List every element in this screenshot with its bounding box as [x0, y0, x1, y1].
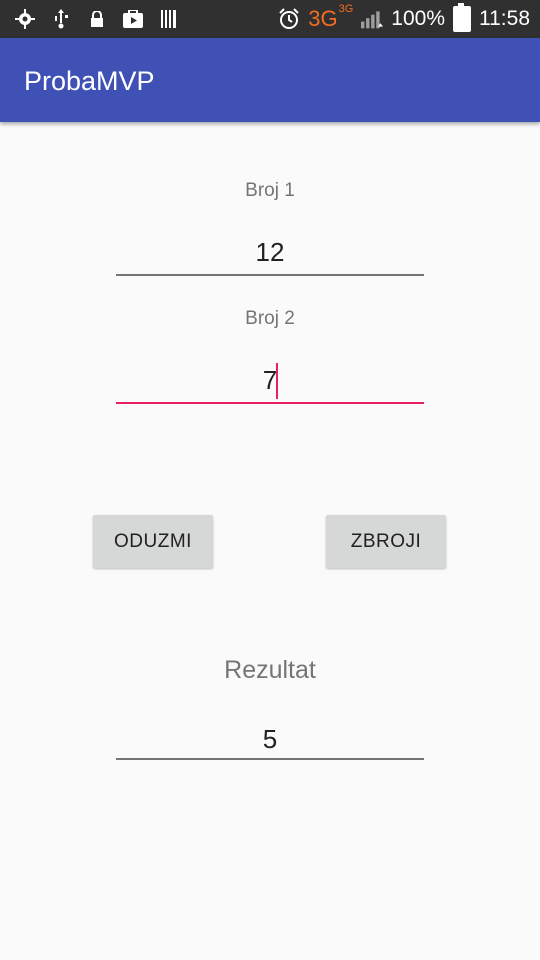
broj1-label: Broj 1	[245, 180, 295, 201]
app-title: ProbaMVP	[24, 66, 155, 96]
broj2-label: Broj 2	[245, 308, 295, 329]
battery-percent: 100%	[391, 7, 445, 30]
battery-icon	[453, 3, 471, 32]
alarm-icon	[278, 8, 300, 30]
network-type: 3G3G	[308, 2, 354, 31]
play-store-icon	[122, 8, 144, 30]
clock: 11:58	[479, 7, 530, 30]
broj1-input[interactable]	[116, 230, 424, 276]
result-value: 5	[116, 720, 424, 760]
status-icons-right: 3G3G 100% 11:58	[278, 0, 530, 38]
usb-icon	[50, 8, 72, 30]
status-bar: 3G3G 100% 11:58	[0, 0, 540, 38]
settings-icon	[14, 8, 36, 30]
app-bar: ProbaMVP	[0, 38, 540, 122]
status-icons-left	[14, 8, 180, 30]
broj2-input[interactable]	[116, 358, 424, 404]
lock-icon	[86, 8, 108, 30]
result-label: Rezultat	[224, 656, 316, 684]
text-cursor	[276, 363, 278, 399]
add-button[interactable]: ZBROJI	[326, 515, 446, 568]
barcode-icon	[158, 8, 180, 30]
signal-icon	[361, 8, 384, 30]
subtract-button[interactable]: ODUZMI	[93, 515, 213, 568]
